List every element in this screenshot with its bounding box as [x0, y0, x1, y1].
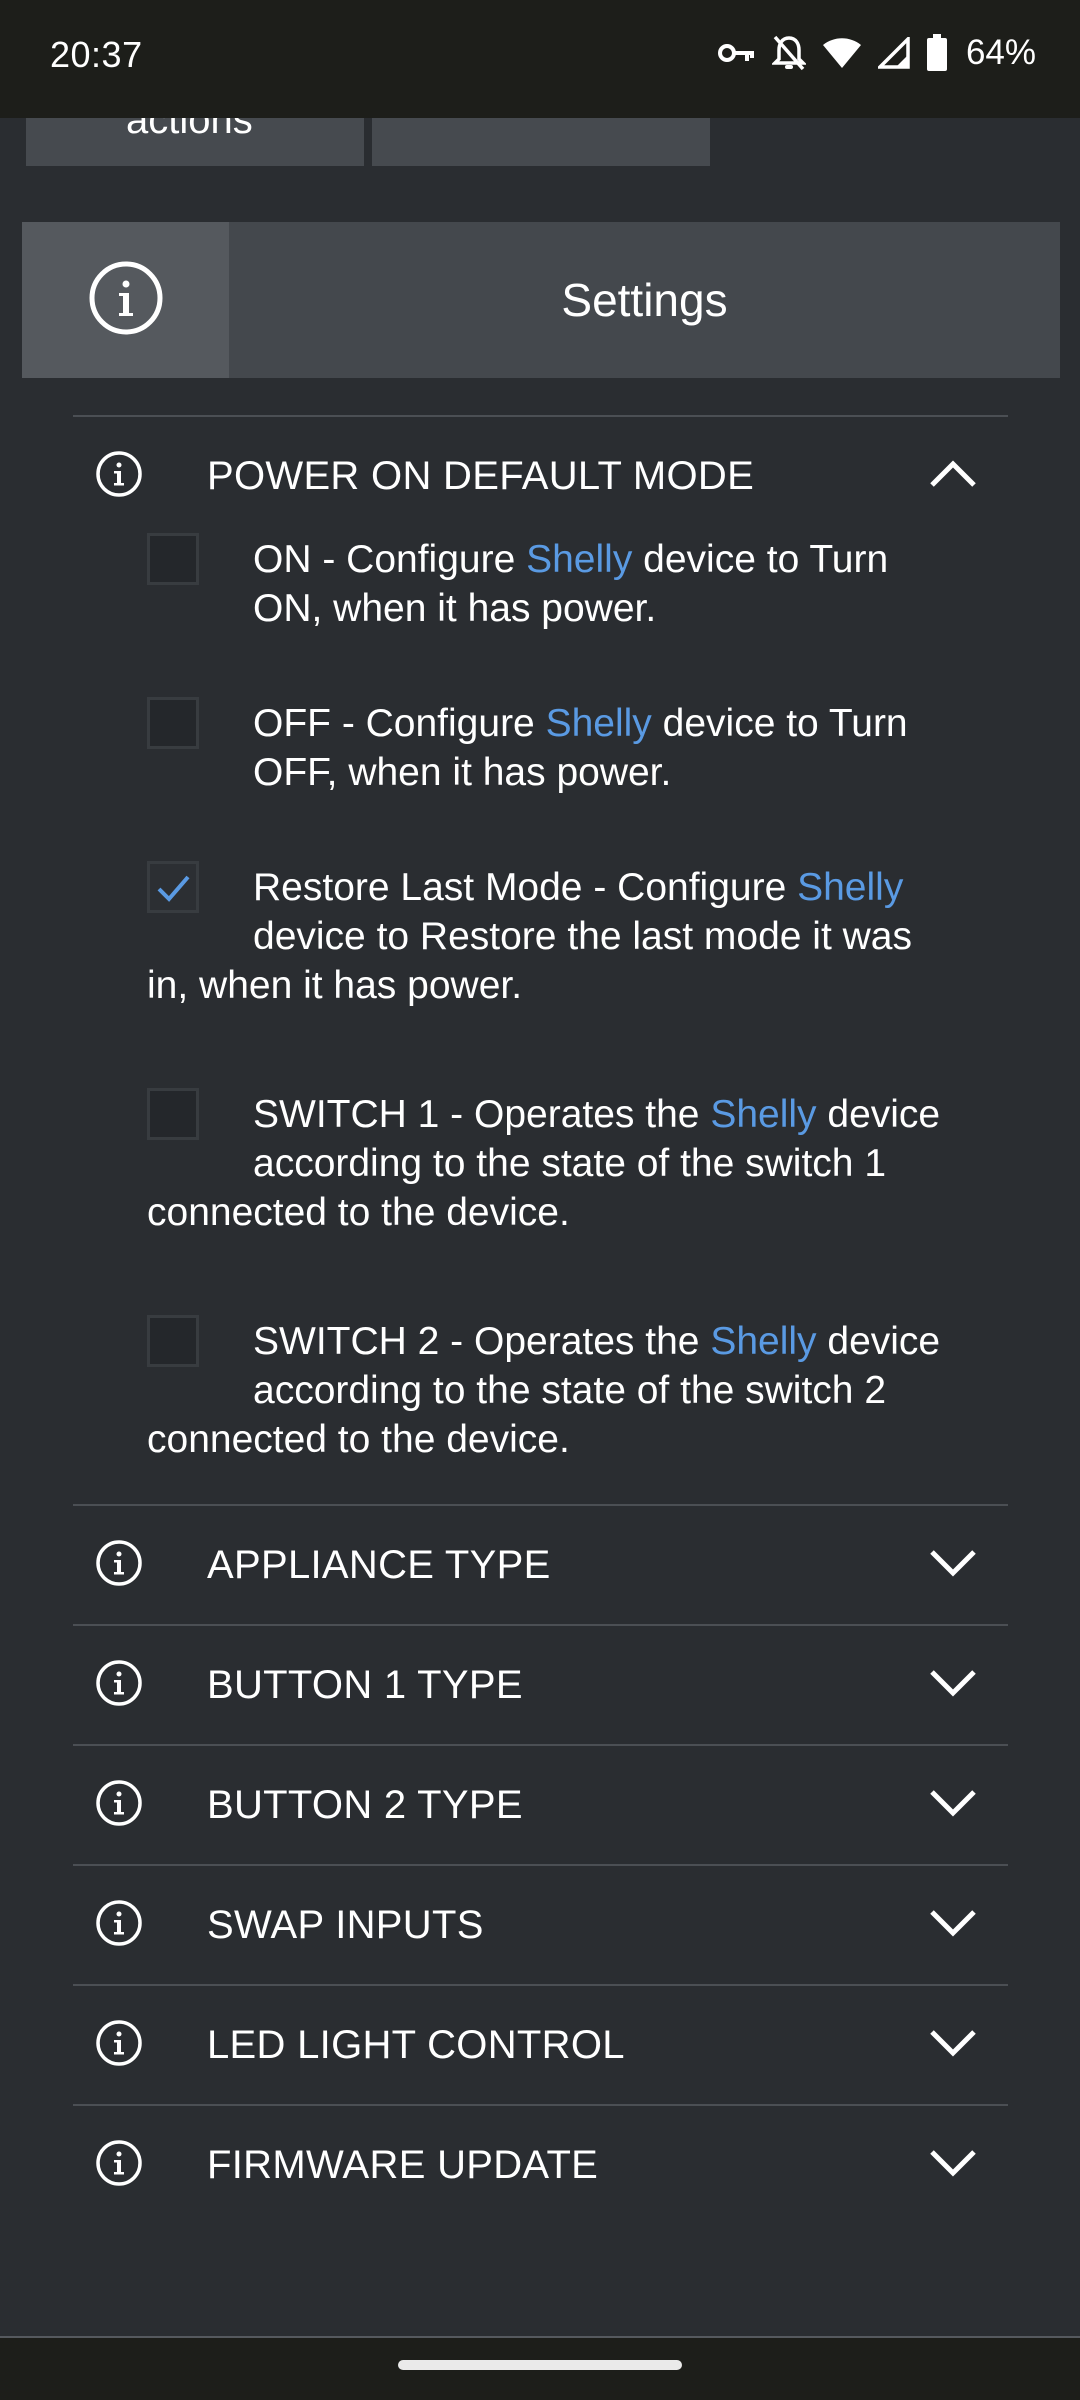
shelly-link[interactable]: Shelly — [710, 1093, 816, 1136]
info-icon[interactable] — [95, 2139, 143, 2192]
home-gesture-handle[interactable] — [398, 2360, 682, 2370]
shelly-link[interactable]: Shelly — [710, 1320, 816, 1363]
info-icon[interactable] — [95, 1659, 143, 1712]
section-title: POWER ON DEFAULT MODE — [207, 453, 755, 498]
option-text: ON - Configure — [253, 538, 527, 581]
actions-tab-label: actions — [126, 118, 253, 142]
chevron-down-icon[interactable] — [928, 1908, 978, 1943]
shelly-link[interactable]: Shelly — [526, 538, 632, 581]
section-button-1-type[interactable]: BUTTON 1 TYPE — [73, 1624, 1008, 1744]
option-switch-2[interactable]: SWITCH 2 - Operates the Shelly device ac… — [73, 1315, 1008, 1464]
status-icons: 64% — [717, 30, 1036, 76]
chevron-down-icon[interactable] — [928, 1788, 978, 1823]
section-firmware-update[interactable]: FIRMWARE UPDATE — [73, 2104, 1008, 2224]
option-restore-last-mode[interactable]: Restore Last Mode - Configure Shelly dev… — [73, 861, 1008, 1010]
info-icon[interactable] — [95, 1539, 143, 1592]
settings-list: POWER ON DEFAULT MODE ON - Configure She… — [73, 415, 1008, 2224]
checkbox-switch-1[interactable] — [147, 1088, 199, 1140]
option-text: device to Restore the last mode it was i… — [147, 915, 912, 1007]
chevron-down-icon[interactable] — [928, 1668, 978, 1703]
info-icon[interactable] — [95, 2019, 143, 2072]
section-header-button-2-type[interactable]: BUTTON 2 TYPE — [73, 1746, 1008, 1864]
wifi-icon — [822, 37, 862, 69]
vpn-key-icon — [717, 40, 756, 66]
section-header-appliance-type[interactable]: APPLIANCE TYPE — [73, 1506, 1008, 1624]
info-icon[interactable] — [95, 1779, 143, 1832]
checkbox-off[interactable] — [147, 697, 199, 749]
section-header-button-1-type[interactable]: BUTTON 1 TYPE — [73, 1626, 1008, 1744]
checkbox-on[interactable] — [147, 533, 199, 585]
option-text: SWITCH 2 - Operates the — [253, 1320, 711, 1363]
section-power-on-default-mode: POWER ON DEFAULT MODE ON - Configure She… — [73, 415, 1008, 1504]
option-text: OFF - Configure — [253, 702, 546, 745]
notifications-off-icon — [771, 34, 806, 72]
section-title: BUTTON 1 TYPE — [207, 1662, 523, 1707]
actions-tab[interactable]: actions — [26, 118, 364, 166]
navigation-bar — [0, 2338, 1080, 2400]
checkbox-restore-last-mode[interactable] — [147, 861, 199, 913]
chevron-down-icon[interactable] — [928, 2148, 978, 2183]
option-text: Restore Last Mode - Configure — [253, 866, 798, 909]
settings-header[interactable]: Settings — [22, 222, 1060, 378]
section-title: LED LIGHT CONTROL — [207, 2022, 625, 2067]
option-off[interactable]: OFF - Configure Shelly device to Turn OF… — [73, 697, 1008, 797]
section-led-light-control[interactable]: LED LIGHT CONTROL — [73, 1984, 1008, 2104]
checkbox-switch-2[interactable] — [147, 1315, 199, 1367]
section-header-swap-inputs[interactable]: SWAP INPUTS — [73, 1866, 1008, 1984]
check-icon — [157, 875, 190, 902]
option-on[interactable]: ON - Configure Shelly device to Turn ON,… — [73, 533, 1008, 633]
option-switch-1[interactable]: SWITCH 1 - Operates the Shelly device ac… — [73, 1088, 1008, 1237]
section-swap-inputs[interactable]: SWAP INPUTS — [73, 1864, 1008, 1984]
section-title: SWAP INPUTS — [207, 1902, 484, 1947]
chevron-up-icon[interactable] — [928, 459, 978, 494]
section-appliance-type[interactable]: APPLIANCE TYPE — [73, 1504, 1008, 1624]
shelly-link[interactable]: Shelly — [797, 866, 903, 909]
app-content: actions Settings POWER ON DEFAULT MODE O… — [0, 118, 1080, 2338]
section-button-2-type[interactable]: BUTTON 2 TYPE — [73, 1744, 1008, 1864]
chevron-down-icon[interactable] — [928, 1548, 978, 1583]
settings-info-button[interactable] — [22, 222, 229, 378]
chevron-down-icon[interactable] — [928, 2028, 978, 2063]
status-time: 20:37 — [50, 34, 143, 75]
section-header-power-on[interactable]: POWER ON DEFAULT MODE — [73, 417, 1008, 535]
info-icon[interactable] — [95, 450, 143, 503]
status-bar: 20:37 64% — [0, 0, 1080, 118]
info-icon — [88, 260, 164, 341]
option-text: SWITCH 1 - Operates the — [253, 1093, 711, 1136]
power-on-options: ON - Configure Shelly device to Turn ON,… — [73, 533, 1008, 1504]
section-title: BUTTON 2 TYPE — [207, 1782, 523, 1827]
secondary-tab[interactable] — [372, 118, 710, 166]
section-title: APPLIANCE TYPE — [207, 1542, 551, 1587]
section-header-led-light-control[interactable]: LED LIGHT CONTROL — [73, 1986, 1008, 2104]
info-icon[interactable] — [95, 1899, 143, 1952]
battery-percentage: 64% — [965, 33, 1036, 72]
signal-icon — [877, 37, 910, 69]
battery-icon — [926, 34, 948, 72]
section-title: FIRMWARE UPDATE — [207, 2142, 599, 2187]
section-header-firmware-update[interactable]: FIRMWARE UPDATE — [73, 2106, 1008, 2224]
shelly-link[interactable]: Shelly — [546, 702, 652, 745]
settings-title: Settings — [561, 274, 728, 326]
